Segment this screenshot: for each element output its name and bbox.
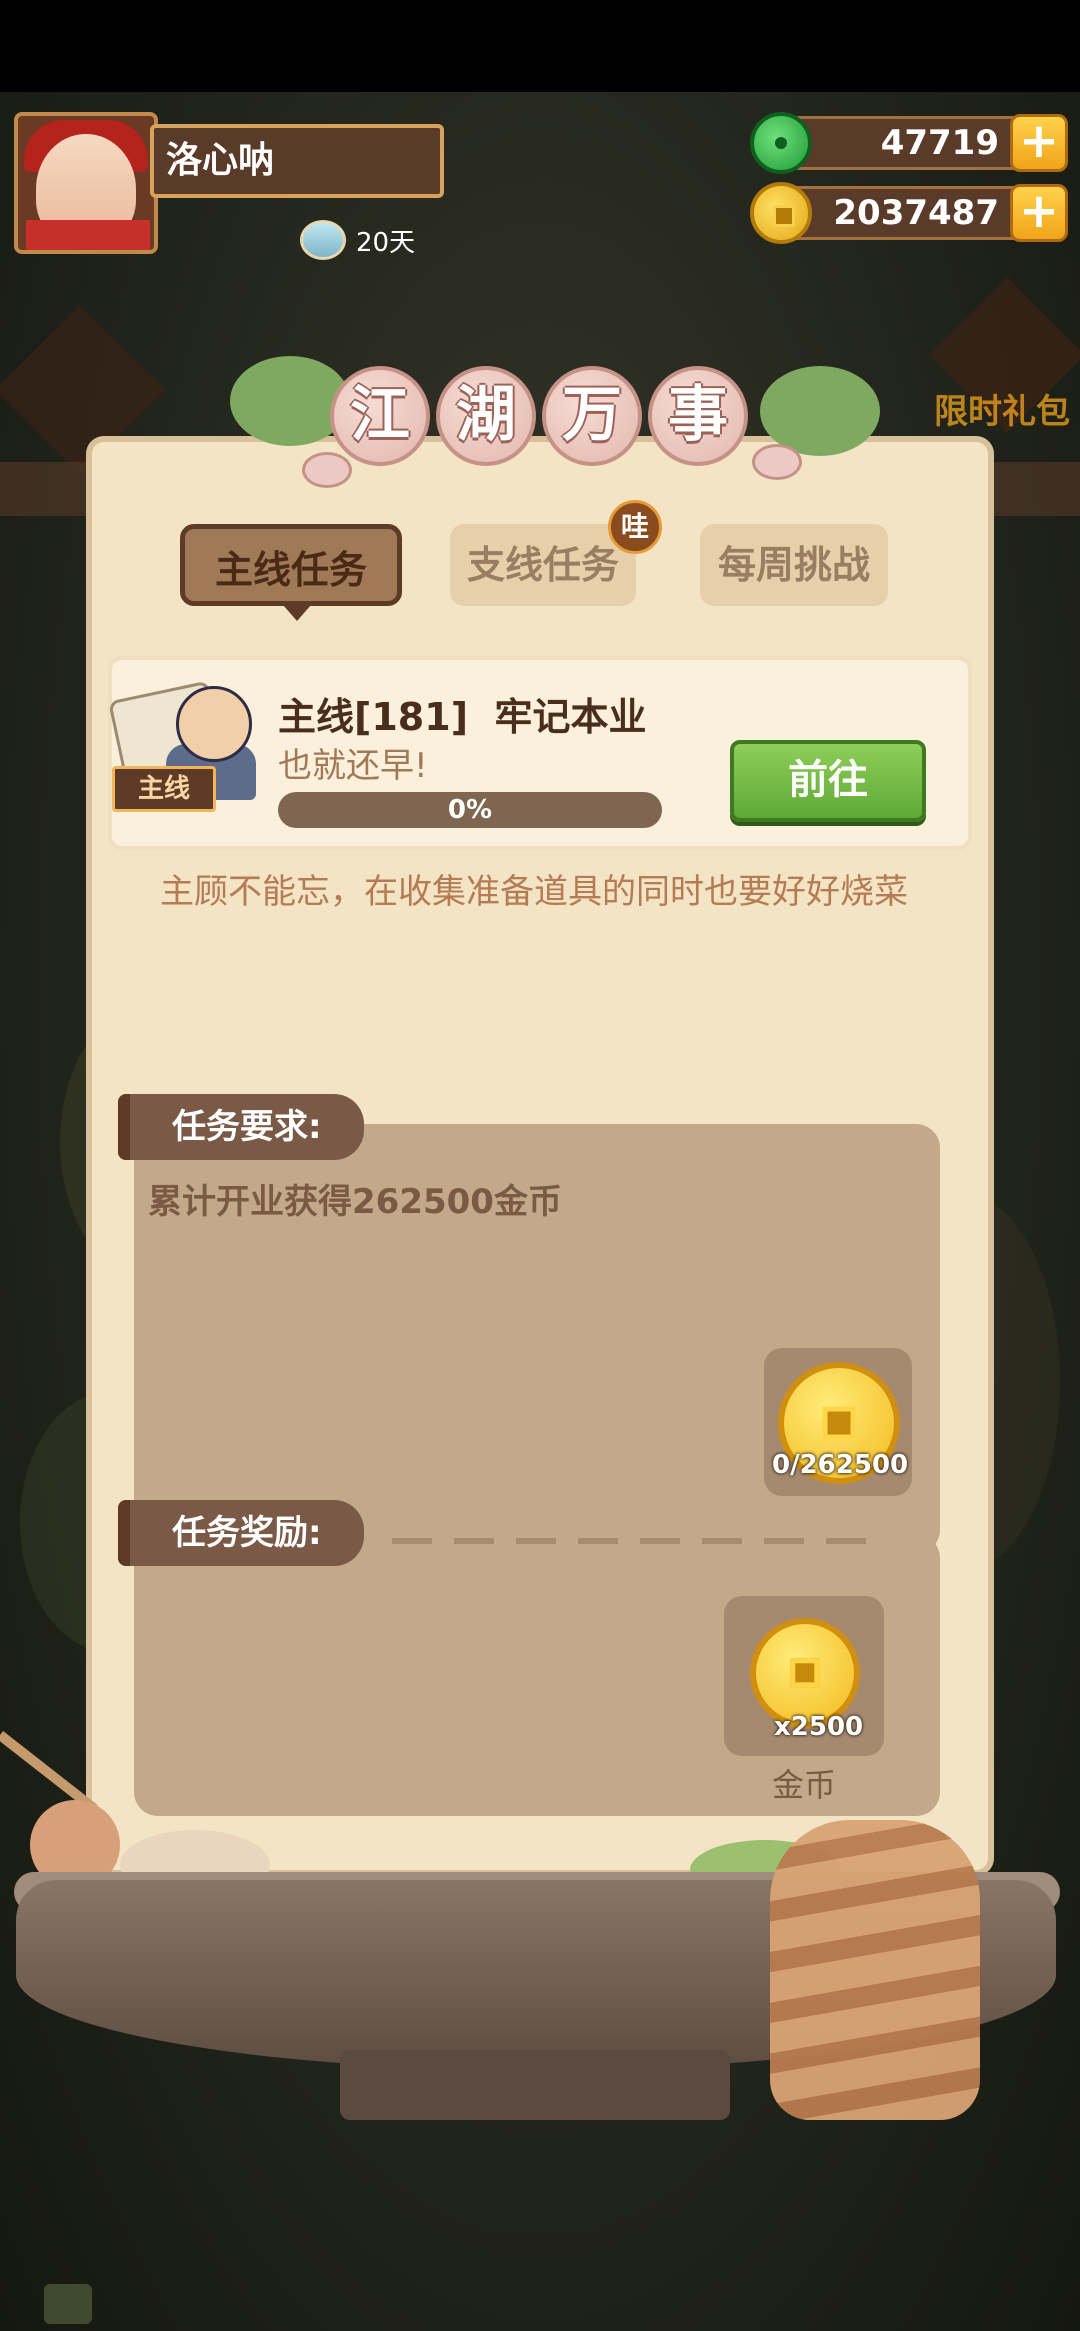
tab-weekly-challenge[interactable]: 每周挑战 [700,524,888,606]
title-char-1: 江 [330,366,430,466]
title-char-2: 湖 [436,366,536,466]
panel-title: 江 湖 万 事 [330,366,748,466]
hero-head [176,686,252,762]
title-char-3: 万 [542,366,642,466]
right-leaf-decoration [760,366,880,456]
login-days: 20天 [300,220,415,260]
player-name: 洛心呐 [150,124,444,198]
cat-decoration [770,1820,980,2120]
limited-gift-label: 限时礼包 [934,392,1070,432]
add-jade-button[interactable]: + [1010,114,1068,172]
requirement-text: 累计开业获得262500金币 [148,1182,562,1222]
right-pearl-decoration [752,444,802,480]
coin-resource: 2037487 + [750,182,1068,244]
status-bar [0,0,1080,92]
limited-gift-icon: 限时礼包 [929,277,1080,440]
tab-main-quest[interactable]: 主线任务 [180,524,402,621]
dashed-divider [392,1538,872,1544]
avatar-robe [26,220,150,250]
requirement-count: 0/262500 [772,1450,909,1480]
player-avatar[interactable] [14,112,158,254]
quest-description: 主顾不能忘，在收集准备道具的同时也要好好烧菜 [160,872,908,912]
add-coins-button[interactable]: + [1010,184,1068,242]
bowl-icon [300,220,346,260]
quest-progress-bar: 0% [278,792,662,828]
new-badge: 哇 [608,500,662,554]
title-char-4: 事 [648,366,748,466]
bowl-base [340,2050,730,2120]
jade-resource: 47719 + [750,112,1068,174]
days-label: 20天 [356,227,416,258]
tab-side-quest[interactable]: 支线任务 [450,524,636,606]
coin-icon [750,182,812,244]
go-button[interactable]: 前往 [730,740,926,822]
corner-button[interactable] [44,2284,92,2324]
quest-subtitle: 也就还早! [278,746,428,786]
reward-name: 金币 [772,1766,837,1804]
reward-header: 任务奖励: [118,1500,364,1566]
main-quest-tag: 主线 [112,766,216,812]
reward-count: x2500 [774,1712,864,1742]
jade-icon [750,112,812,174]
requirement-header: 任务要求: [118,1094,364,1160]
quest-title: 主线[181] 牢记本业 [278,695,647,739]
progress-label: 0% [447,795,493,825]
